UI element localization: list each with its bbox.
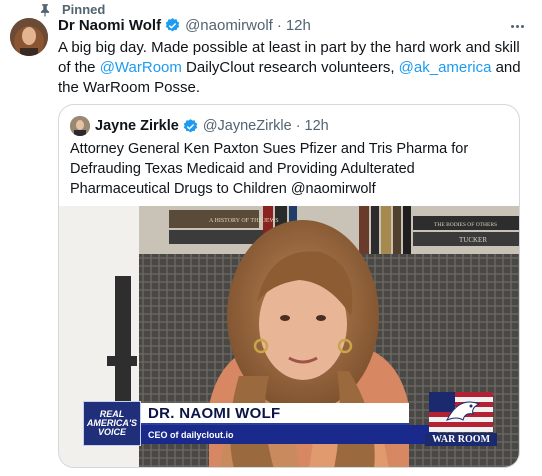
quote-header: Jayne Zirkle @JayneZirkle · 12h (70, 116, 329, 136)
avatar[interactable] (10, 18, 48, 56)
separator-dot: · (295, 118, 301, 134)
tweet-timestamp[interactable]: 12h (286, 17, 311, 34)
video-player[interactable]: A HISTORY OF THE JEWS THE BODIES OF OTHE… (59, 206, 519, 467)
guest-title: CEO of dailyclout.io (148, 429, 234, 440)
verified-badge-icon (183, 118, 198, 132)
war-room-logo: WAR ROOM (425, 390, 497, 446)
quote-tweet-card[interactable]: Jayne Zirkle @JayneZirkle · 12h Attorney… (58, 104, 520, 468)
tweet-text: A big big day. Made possible at least in… (58, 38, 528, 98)
mention-ak-america-link[interactable]: @ak_america (399, 59, 492, 76)
separator-dot: · (276, 17, 282, 34)
lower-third-graphic: REAL AMERICA'S VOICE DR. NAOMI WOLF CEO … (83, 401, 438, 446)
tweet-header: Dr Naomi Wolf @naomirwolf · 12h (58, 17, 311, 34)
name-bar: DR. NAOMI WOLF (141, 403, 409, 425)
subtitle-bar: CEO of dailyclout.io (141, 425, 437, 444)
quote-avatar[interactable] (70, 116, 90, 136)
real-americas-voice-logo: REAL AMERICA'S VOICE (83, 401, 141, 446)
book-spine-1: A HISTORY OF THE JEWS (209, 218, 279, 224)
author-name[interactable]: Dr Naomi Wolf (58, 17, 161, 34)
logo-line-3: VOICE (97, 427, 126, 437)
pin-icon (40, 3, 50, 17)
author-handle[interactable]: @naomirwolf (185, 17, 273, 34)
book-spine-3: TUCKER (459, 236, 487, 244)
guest-name: DR. NAOMI WOLF (148, 404, 281, 422)
text-segment: DailyClout research volunteers, (181, 59, 399, 76)
book-spine-2: THE BODIES OF OTHERS (434, 222, 497, 228)
verified-badge-icon[interactable] (164, 17, 181, 34)
eagle-flag-icon (429, 392, 493, 432)
quote-text: Attorney General Ken Paxton Sues Pfizer … (70, 141, 469, 197)
pinned-indicator: Pinned (38, 2, 105, 17)
more-options-icon[interactable] (506, 18, 528, 34)
pinned-label: Pinned (62, 2, 106, 17)
quote-timestamp[interactable]: 12h (305, 118, 329, 134)
quote-author-handle[interactable]: @JayneZirkle (203, 118, 292, 134)
mention-warroom-link[interactable]: @WarRoom (100, 59, 182, 76)
war-room-label: WAR ROOM (425, 433, 497, 446)
quote-author-name[interactable]: Jayne Zirkle (95, 118, 179, 134)
